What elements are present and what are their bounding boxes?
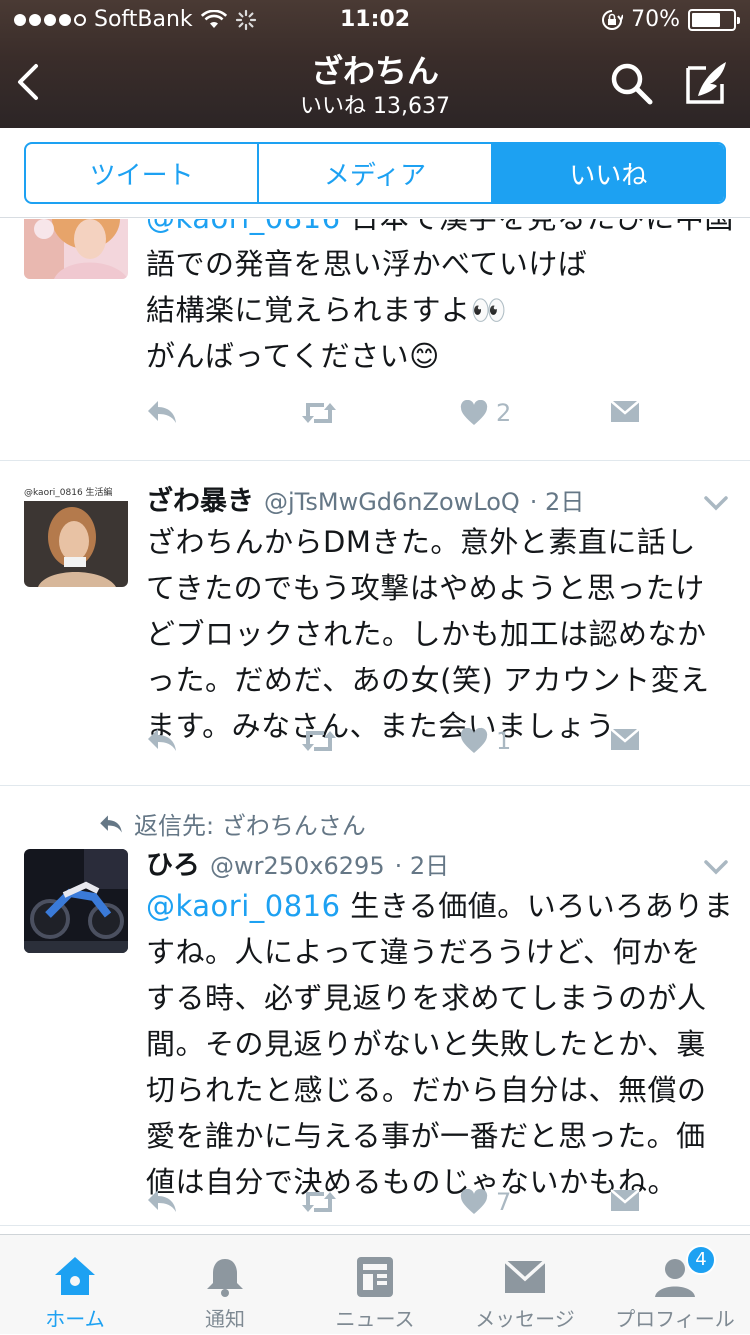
dm-button[interactable] [610, 727, 640, 751]
envelope-icon [610, 400, 640, 422]
heart-icon [460, 400, 488, 425]
rotation-lock-icon [602, 9, 624, 30]
tweet-mention[interactable]: @kaori_0816 [146, 219, 341, 235]
envelope-icon [610, 728, 640, 750]
avatar[interactable] [24, 219, 128, 279]
avatar[interactable] [24, 849, 128, 953]
tweet-text-line: 切られたと感じる。だから自分は、無償の [146, 1073, 707, 1107]
reply-icon [148, 729, 176, 751]
retweet-icon [302, 731, 336, 751]
tweet-text-line: った。だめだ、あの女(笑) アカウント変え [146, 663, 710, 697]
reply-context[interactable]: 返信先: ざわちんさん [98, 806, 366, 841]
tabbar-home[interactable]: ホーム [0, 1235, 150, 1335]
home-icon [55, 1257, 95, 1295]
like-button[interactable]: 1 [460, 727, 511, 755]
segmented-control: ツイート メディア いいね [24, 142, 726, 204]
tweet-text-line: 間。その見返りがないと失敗したとか、裏 [146, 1027, 706, 1061]
reply-icon [148, 1190, 176, 1212]
reply-context-text: 返信先: ざわちんさん [134, 812, 366, 840]
tweet-text-line: 愛を誰かに与える事が一番だと思った。価 [146, 1119, 706, 1153]
reply-button[interactable] [146, 1188, 178, 1214]
bell-icon [207, 1259, 243, 1297]
tweet-time: · 2日 [394, 852, 450, 880]
bottom-tab-bar: ホーム 通知 ニュース メッセージ 4 プロフィール [0, 1234, 750, 1334]
tabbar-profile[interactable]: 4 プロフィール [600, 1235, 750, 1335]
tweet-text-line: どブロックされた。しかも加工は認めなか [146, 617, 707, 651]
tweet-item[interactable]: @kaori_0816 日本で漢字を見るたびに中国 語での発音を思い浮かべていけ… [0, 219, 750, 461]
tweet-text-line: ざわちんからDMきた。意外と素直に話し [146, 525, 696, 559]
tweet-author-name[interactable]: ひろ [146, 843, 200, 882]
chevron-down-icon[interactable] [704, 859, 728, 875]
reply-button[interactable] [146, 399, 178, 425]
status-right: 70% [601, 7, 740, 32]
mail-icon [503, 1259, 547, 1293]
tabbar-news[interactable]: ニュース [300, 1235, 450, 1335]
battery-icon [688, 8, 740, 31]
tweet-item[interactable]: 返信先: ざわちんさん ひろ @wr250x6295 · 2日 @kaori_0… [0, 786, 750, 1226]
retweet-button[interactable] [300, 1188, 338, 1216]
tweet-text-line: 語での発音を思い浮かべていけば [146, 247, 588, 281]
reply-icon [100, 815, 122, 832]
dm-button[interactable] [610, 1188, 640, 1212]
profile-tabs-bar: ツイート メディア いいね [0, 128, 750, 218]
compose-icon[interactable] [684, 58, 730, 106]
tabbar-label: メッセージ [475, 1307, 575, 1331]
tweet-text-line: がんばってください😊 [146, 339, 440, 373]
avatar-photo [24, 483, 128, 587]
news-icon [357, 1257, 393, 1297]
retweet-icon [302, 1192, 336, 1212]
search-icon[interactable] [608, 60, 654, 106]
heart-icon [460, 728, 488, 753]
envelope-icon [610, 1189, 640, 1211]
tabbar-messages[interactable]: メッセージ [450, 1235, 600, 1335]
tweet-author-name[interactable]: ざわ暴き [146, 479, 254, 518]
tab-likes[interactable]: いいね [492, 144, 724, 202]
notification-badge: 4 [686, 1245, 716, 1275]
retweet-icon [302, 403, 336, 423]
tweet-item[interactable]: @kaori_0816 生活編 ざわ暴き @jTsMwGd6nZowLoQ · … [0, 461, 750, 786]
like-count: 7 [496, 1188, 512, 1216]
retweet-button[interactable] [300, 727, 338, 755]
dm-button[interactable] [610, 399, 640, 423]
tweet-time: · 2日 [529, 488, 585, 516]
tabbar-label: 通知 [205, 1307, 245, 1331]
tabbar-notifications[interactable]: 通知 [150, 1235, 300, 1335]
like-count: 2 [496, 399, 512, 427]
avatar[interactable]: @kaori_0816 生活編 [24, 483, 128, 587]
tweet-timeline[interactable]: @kaori_0816 日本で漢字を見るたびに中国 語での発音を思い浮かべていけ… [0, 219, 750, 1234]
battery-percent: 70% [631, 7, 680, 32]
like-count: 1 [496, 727, 512, 755]
tweet-text-line: てきたのでもう攻撃はやめようと思ったけ [146, 571, 705, 605]
tweet-text-line: 生きる価値。いろいろありま [340, 889, 734, 923]
avatar-photo [24, 219, 128, 279]
avatar-photo [24, 849, 128, 953]
like-button[interactable]: 7 [460, 1188, 511, 1216]
tabbar-label: ニュース [335, 1307, 415, 1331]
tweet-text-line: する時、必ず見返りを求めてしまうのが人 [146, 981, 707, 1015]
tab-tweets[interactable]: ツイート [26, 144, 260, 202]
tweet-text-line: 結構楽に覚えられますよ👀 [146, 293, 508, 327]
tweet-text-line: すね。人によって違うだろうけど、何かを [146, 935, 701, 969]
reply-button[interactable] [146, 727, 178, 753]
avatar-banner-text: @kaori_0816 生活編 [24, 488, 113, 498]
heart-icon [460, 1189, 488, 1214]
reply-icon [148, 401, 176, 423]
tabbar-label: ホーム [45, 1307, 105, 1331]
tweet-mention[interactable]: @kaori_0816 [146, 889, 341, 923]
retweet-button[interactable] [300, 399, 338, 427]
tabbar-label: プロフィール [615, 1307, 735, 1331]
profile-header: SoftBank 11:02 70% ざわちん いいね 13,637 [0, 0, 750, 128]
tweet-author-handle[interactable]: @wr250x6295 [210, 852, 385, 880]
tweet-author-handle[interactable]: @jTsMwGd6nZowLoQ [264, 488, 520, 516]
status-bar: SoftBank 11:02 70% [0, 0, 750, 40]
like-button[interactable]: 2 [460, 399, 511, 427]
tweet-text-line: 日本で漢字を見るたびに中国 [341, 219, 734, 235]
chevron-down-icon[interactable] [704, 495, 728, 511]
tab-media[interactable]: メディア [259, 144, 493, 202]
